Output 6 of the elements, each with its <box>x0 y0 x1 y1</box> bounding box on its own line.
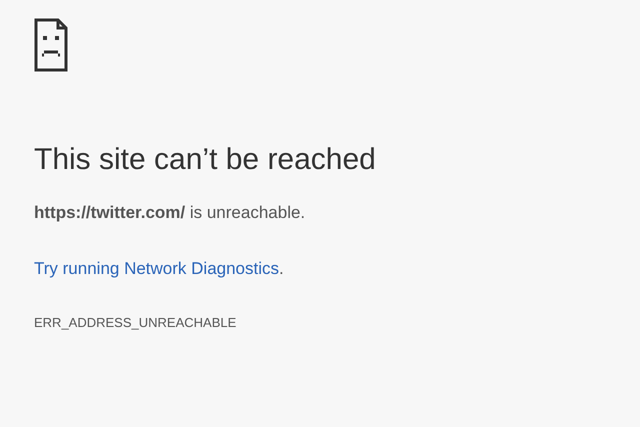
sad-page-icon <box>34 18 68 72</box>
network-diagnostics-link[interactable]: Try running Network Diagnostics <box>34 258 280 278</box>
unreachable-message: https://twitter.com/ is unreachable. <box>34 202 306 224</box>
error-heading: This site can’t be reached <box>34 142 376 178</box>
error-code: ERR_ADDRESS_UNREACHABLE <box>34 314 236 332</box>
diagnostics-sentence: Try running Network Diagnostics. <box>34 258 284 280</box>
